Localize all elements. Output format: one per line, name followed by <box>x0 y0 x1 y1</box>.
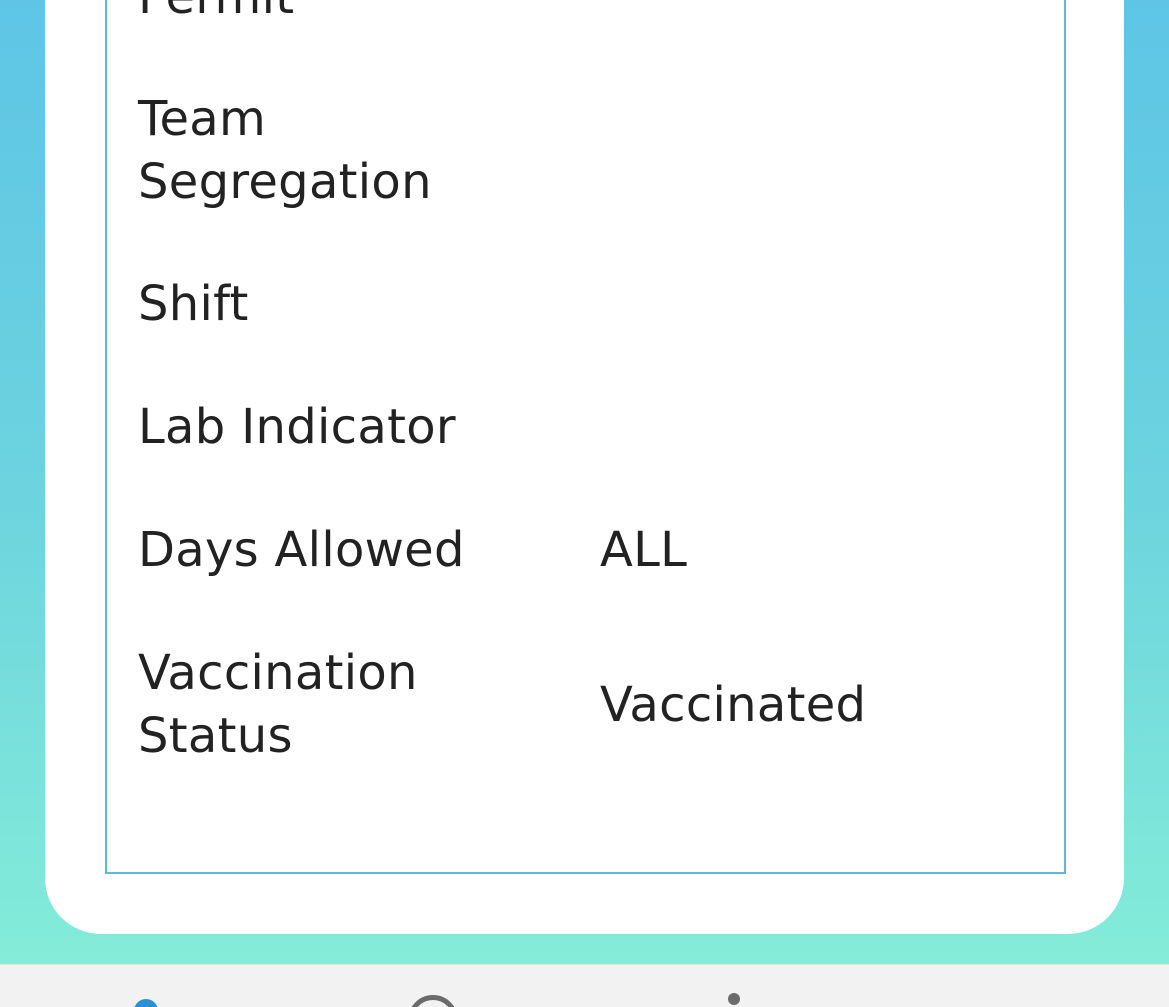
team-segregation-label-line1: Team <box>138 91 267 147</box>
home-icon[interactable] <box>134 999 158 1007</box>
days-allowed-label: Days Allowed <box>138 522 465 578</box>
info-icon[interactable] <box>728 993 740 1005</box>
shift-label: Shift <box>138 276 249 332</box>
bottom-navigation-bar <box>0 964 1169 1007</box>
days-allowed-value: ALL <box>600 522 688 578</box>
lab-indicator-label: Lab Indicator <box>138 399 456 455</box>
vaccination-status-label-line2: Status <box>138 708 293 764</box>
vaccination-status-label-line1: Vaccination <box>138 645 418 701</box>
permit-label: Permit <box>138 0 294 29</box>
vaccination-status-value: Vaccinated <box>600 677 867 733</box>
team-segregation-label-line2: Segregation <box>138 154 432 210</box>
circle-icon[interactable] <box>408 995 458 1007</box>
